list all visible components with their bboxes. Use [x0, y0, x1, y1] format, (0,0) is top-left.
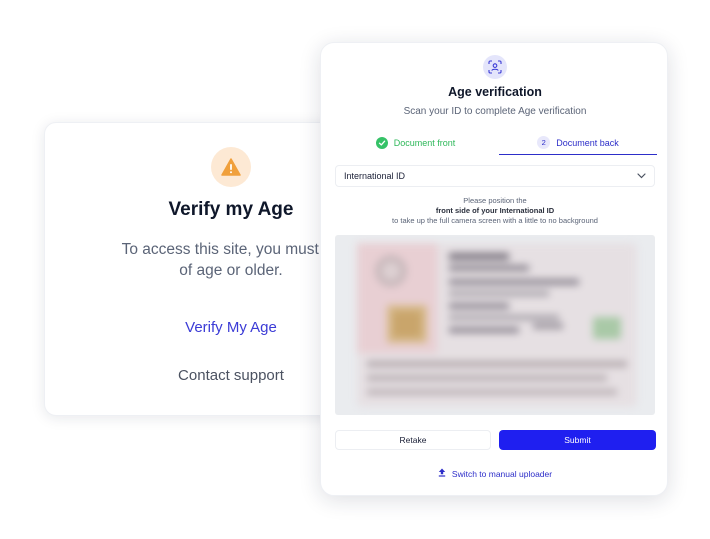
instruction-line-1: Please position the — [463, 196, 527, 205]
face-scan-icon — [483, 55, 507, 79]
upload-icon — [438, 468, 446, 479]
document-type-select[interactable]: International ID — [335, 165, 655, 187]
tab-document-back-label: Document back — [556, 137, 619, 148]
blurred-id-card-image — [357, 243, 637, 407]
modal-title: Age verification — [448, 85, 542, 99]
tab-document-front-label: Document front — [393, 138, 456, 148]
submit-button[interactable]: Submit — [499, 430, 656, 450]
check-circle-icon — [375, 137, 388, 149]
tab-document-front[interactable]: Document front — [335, 131, 496, 155]
modal-subtitle: Scan your ID to complete Age verificatio… — [403, 106, 587, 117]
document-side-tabs: Document front 2 Document back — [335, 131, 657, 155]
switch-to-manual-uploader-link[interactable]: Switch to manual uploader — [321, 468, 669, 479]
document-type-value: International ID — [344, 171, 406, 181]
camera-preview — [335, 235, 655, 415]
chevron-down-icon — [637, 171, 646, 181]
tab-document-back[interactable]: 2 Document back — [499, 131, 657, 155]
instruction-line-2: front side of your International ID — [435, 206, 555, 215]
instruction-line-3: to take up the full camera screen with a… — [392, 216, 598, 225]
positioning-instructions: Please position the front side of your I… — [321, 196, 669, 226]
manual-uploader-label: Switch to manual uploader — [451, 468, 553, 479]
step-number-badge: 2 — [537, 136, 551, 149]
retake-button[interactable]: Retake — [335, 430, 491, 450]
age-verification-modal: Age verification Scan your ID to complet… — [320, 42, 668, 496]
warning-icon — [211, 147, 251, 187]
